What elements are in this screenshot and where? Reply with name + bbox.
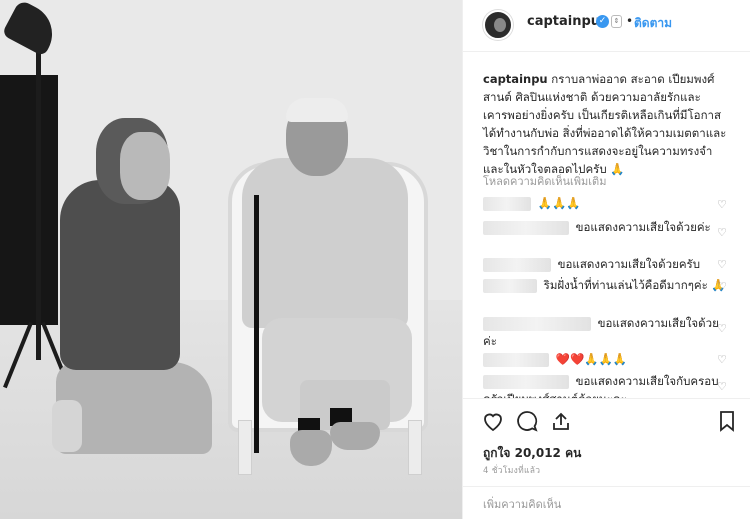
blurred-username[interactable] xyxy=(483,278,537,293)
comment-item: 🙏🙏🙏 xyxy=(483,194,729,212)
caption-username[interactable]: captainpu xyxy=(483,72,548,86)
post-caption: captainpu กราบลาพ่ออาด สะอาด เปียมพงศ์สา… xyxy=(483,70,729,178)
blurred-username[interactable] xyxy=(483,196,531,211)
blurred-username[interactable] xyxy=(483,352,549,367)
comment-heart-icon[interactable]: ♡ xyxy=(717,227,729,239)
heart-icon[interactable] xyxy=(481,409,505,433)
blurred-username[interactable] xyxy=(483,374,569,389)
comment-heart-icon[interactable]: ♡ xyxy=(717,281,729,293)
comment-item: ขอแสดงความเสียใจด้วยครับ xyxy=(483,255,729,273)
comments-list[interactable]: captainpu กราบลาพ่ออาด สะอาด เปียมพงศ์สา… xyxy=(463,52,750,398)
comment-text: ขอแสดงความเสียใจด้วยครับ xyxy=(557,257,701,271)
separator-dot: • xyxy=(626,14,634,28)
post-timestamp[interactable]: 4 ชั่วโมงที่แล้ว xyxy=(483,463,540,477)
caption-text: กราบลาพ่ออาด สะอาด เปียมพงศ์สานต์ ศิลปิน… xyxy=(483,72,727,176)
load-more-comments-link[interactable]: โหลดความคิดเห็นเพิ่มเติม xyxy=(483,172,606,190)
header-username[interactable]: captainpu xyxy=(527,14,600,29)
shoe xyxy=(52,400,82,452)
kneeling-man-jacket xyxy=(60,180,180,370)
studio-light xyxy=(1,0,63,57)
chevron-updown-icon[interactable]: ⇕ xyxy=(611,15,622,28)
post-side-panel: captainpu ✓ ⇕ • ติดตาม captainpu กราบลาพ… xyxy=(462,0,750,519)
add-comment-bar xyxy=(463,486,750,519)
post-header: captainpu ✓ ⇕ • ติดตาม xyxy=(463,0,750,52)
comment-text: ขอแสดงความเสียใจด้วยค่ะ xyxy=(575,220,711,234)
comment-heart-icon[interactable]: ♡ xyxy=(717,323,729,335)
follow-button[interactable]: ติดตาม xyxy=(634,14,672,33)
shoe xyxy=(330,422,380,450)
blurred-username[interactable] xyxy=(483,316,591,331)
comment-item: ขอแสดงความเสียใจด้วยค่ะ xyxy=(483,314,729,350)
blurred-username[interactable] xyxy=(483,257,551,272)
likes-count[interactable]: ถูกใจ 20,012 คน xyxy=(483,444,581,463)
comment-heart-icon[interactable]: ♡ xyxy=(717,381,729,393)
comment-heart-icon[interactable]: ♡ xyxy=(717,259,729,271)
comment-item: ขอแสดงความเสียใจกับครอบครัวเปียมพงศ์สานต… xyxy=(483,372,729,398)
kneeling-man-face xyxy=(120,132,170,200)
comment-text: ริมฝั่งน้ำที่ท่านเล่นไว้คือดีมากๆค่ะ 🙏 xyxy=(543,278,726,292)
comment-icon[interactable] xyxy=(515,409,539,433)
armchair-leg xyxy=(408,420,422,475)
comment-item: ❤️❤️🙏🙏🙏 xyxy=(483,350,729,368)
post-actions-bar xyxy=(463,398,750,442)
walking-cane xyxy=(254,195,259,453)
comment-heart-icon[interactable]: ♡ xyxy=(717,199,729,211)
seated-man-hair xyxy=(286,98,348,122)
comment-item: ขอแสดงความเสียใจด้วยค่ะ xyxy=(483,218,729,236)
post-photo[interactable] xyxy=(0,0,462,519)
seated-man-suit xyxy=(242,158,408,328)
bookmark-icon[interactable] xyxy=(715,409,739,433)
avatar[interactable] xyxy=(483,10,513,40)
add-comment-input[interactable] xyxy=(483,495,733,513)
comment-text: ❤️❤️🙏🙏🙏 xyxy=(555,352,628,366)
comment-text: 🙏🙏🙏 xyxy=(537,196,581,210)
share-icon[interactable] xyxy=(549,409,573,433)
verified-badge-icon: ✓ xyxy=(596,15,609,28)
armchair-leg xyxy=(238,420,252,475)
comment-heart-icon[interactable]: ♡ xyxy=(717,354,729,366)
light-stand-pole xyxy=(36,40,41,360)
blurred-username[interactable] xyxy=(483,220,569,235)
studio-backdrop xyxy=(0,75,58,325)
comment-item: ริมฝั่งน้ำที่ท่านเล่นไว้คือดีมากๆค่ะ 🙏 xyxy=(483,276,729,294)
